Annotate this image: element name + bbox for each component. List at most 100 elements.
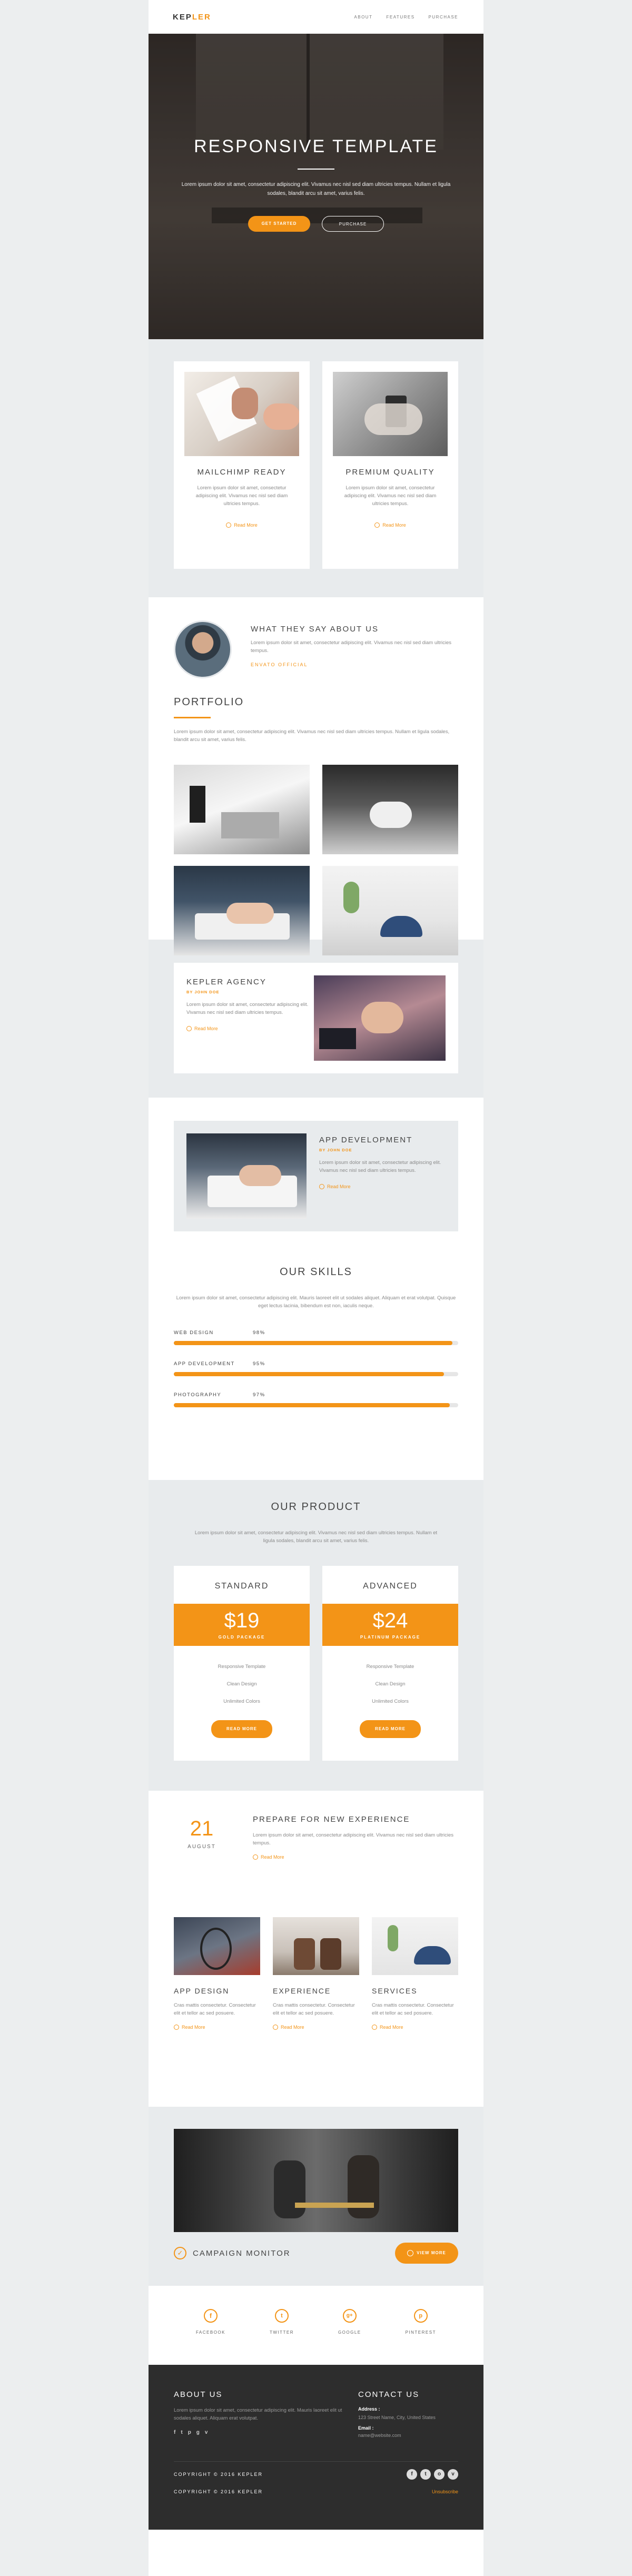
appdev-card: APP DEVELOPMENT BY JOHN DOE Lorem ipsum … bbox=[174, 1121, 458, 1231]
footer-about-text: Lorem ipsum dolor sit amet, consectetur … bbox=[174, 2407, 342, 2421]
plan-feature: Unlimited Colors bbox=[372, 1699, 409, 1704]
footer-divider bbox=[174, 2461, 458, 2462]
nav-features[interactable]: FEATURES bbox=[386, 15, 414, 19]
plan-feature: Unlimited Colors bbox=[223, 1699, 260, 1704]
plan-tier: PLATINUM PACKAGE bbox=[360, 1635, 421, 1640]
social-section: f FACEBOOK t TWITTER g+ GOOGLE p PINTERE… bbox=[149, 2286, 483, 2365]
appdev-image bbox=[186, 1133, 307, 1219]
footer: ABOUT US Lorem ipsum dolor sit amet, con… bbox=[149, 2365, 483, 2530]
column-text: Cras mattis consectetur. Consectetur eli… bbox=[372, 2002, 454, 2016]
column-title: APP DESIGN bbox=[174, 1987, 230, 1995]
social-label: PINTEREST bbox=[405, 2330, 436, 2335]
read-more-link[interactable]: Read More bbox=[226, 522, 258, 528]
agency-section: KEPLER AGENCY BY JOHN DOE Lorem ipsum do… bbox=[149, 940, 483, 1098]
pricing-card: ADVANCED $24 PLATINUM PACKAGE Responsive… bbox=[322, 1566, 458, 1761]
social-label: FACEBOOK bbox=[195, 2330, 225, 2335]
campaign-section: ✓ CAMPAIGN MONITOR VIEW MORE bbox=[149, 2107, 483, 2286]
appdev-title: APP DEVELOPMENT bbox=[319, 1136, 413, 1144]
plan-feature: Responsive Template bbox=[366, 1664, 414, 1670]
vimeo-icon[interactable]: v bbox=[205, 2430, 208, 2435]
brand-part-2: LER bbox=[192, 12, 211, 22]
footer-contact-title: CONTACT US bbox=[358, 2390, 420, 2399]
google-icon[interactable]: g bbox=[196, 2430, 200, 2435]
header: KEPLER ABOUT FEATURES PURCHASE bbox=[149, 0, 483, 34]
email-template: KEPLER ABOUT FEATURES PURCHASE RESPONSIV… bbox=[149, 0, 483, 2576]
read-more-link[interactable]: Read More bbox=[319, 1184, 446, 1189]
agency-image bbox=[314, 975, 446, 1061]
social-pinterest[interactable]: p PINTEREST bbox=[406, 2309, 436, 2365]
social-google[interactable]: g+ GOOGLE bbox=[338, 2309, 361, 2365]
brand-logo[interactable]: KEPLER bbox=[173, 13, 211, 22]
agency-byline: BY JOHN DOE bbox=[186, 990, 220, 994]
agency-text: Lorem ipsum dolor sit amet, consectetur … bbox=[186, 1002, 309, 1015]
read-more-link[interactable]: Read More bbox=[174, 2025, 260, 2030]
instagram-icon[interactable]: o bbox=[434, 2469, 445, 2480]
hero: RESPONSIVE TEMPLATE Lorem ipsum dolor si… bbox=[149, 34, 483, 339]
facebook-icon[interactable]: f bbox=[174, 2430, 175, 2435]
pinterest-icon[interactable]: p bbox=[188, 2430, 191, 2435]
feature-card: MAILCHIMP READY Lorem ipsum dolor sit am… bbox=[174, 361, 310, 569]
read-more-link[interactable]: Read More bbox=[372, 2025, 458, 2030]
address-value: 123 Street Name, City, United States bbox=[358, 2415, 436, 2420]
vimeo-icon[interactable]: v bbox=[448, 2469, 458, 2480]
twitter-icon[interactable]: t bbox=[420, 2469, 431, 2480]
skill-percent: 98% bbox=[253, 1330, 265, 1336]
social-twitter[interactable]: t TWITTER bbox=[270, 2309, 294, 2365]
testimonial-title: WHAT THEY SAY ABOUT US bbox=[251, 625, 379, 634]
email-value[interactable]: name@website.com bbox=[358, 2433, 458, 2438]
campaign-label: CAMPAIGN MONITOR bbox=[193, 2248, 291, 2258]
event-section: 21 AUGUST PREPARE FOR NEW EXPERIENCE Lor… bbox=[149, 1791, 483, 1917]
read-more-link[interactable]: Read More bbox=[273, 2025, 359, 2030]
agency-title: KEPLER AGENCY bbox=[186, 978, 266, 986]
feature-card: PREMIUM QUALITY Lorem ipsum dolor sit am… bbox=[322, 361, 458, 569]
skill-row: WEB DESIGN 98% bbox=[174, 1330, 458, 1345]
read-more-link[interactable]: Read More bbox=[374, 522, 406, 528]
skills-text: Lorem ipsum dolor sit amet, consectetur … bbox=[176, 1295, 456, 1309]
view-more-button[interactable]: VIEW MORE bbox=[395, 2243, 458, 2264]
twitter-icon[interactable]: t bbox=[181, 2430, 182, 2435]
skill-bar-fill bbox=[174, 1403, 450, 1407]
appdev-section: APP DEVELOPMENT BY JOHN DOE Lorem ipsum … bbox=[149, 1098, 483, 1256]
unsubscribe-link[interactable]: Unsubscribe bbox=[432, 2489, 458, 2494]
read-more-link[interactable]: Read More bbox=[253, 1854, 458, 1860]
plan-tier: GOLD PACKAGE bbox=[218, 1635, 265, 1640]
agency-card: KEPLER AGENCY BY JOHN DOE Lorem ipsum do… bbox=[174, 963, 458, 1073]
plan-read-more-button[interactable]: READ MORE bbox=[360, 1720, 421, 1738]
read-more-link[interactable]: Read More bbox=[186, 1026, 314, 1031]
feature-text: Lorem ipsum dolor sit amet, consectetur … bbox=[195, 485, 288, 507]
column-image-boots bbox=[273, 1917, 359, 1975]
arrow-circle-icon bbox=[226, 522, 232, 528]
hero-text: Lorem ipsum dolor sit amet, consectetur … bbox=[181, 182, 451, 196]
pinterest-icon: p bbox=[413, 2309, 428, 2323]
arrow-circle-icon bbox=[374, 522, 380, 528]
view-more-label: VIEW MORE bbox=[417, 2251, 446, 2255]
get-started-button[interactable]: GET STARTED bbox=[248, 216, 310, 232]
portfolio-section: PORTFOLIO Lorem ipsum dolor sit amet, co… bbox=[149, 692, 483, 955]
social-facebook[interactable]: f FACEBOOK bbox=[196, 2309, 225, 2365]
column-card: SERVICES Cras mattis consectetur. Consec… bbox=[372, 1917, 458, 2107]
plan-read-more-button[interactable]: READ MORE bbox=[211, 1720, 272, 1738]
social-label: TWITTER bbox=[269, 2330, 294, 2335]
skill-label: WEB DESIGN bbox=[174, 1330, 214, 1336]
plan-feature: Clean Design bbox=[226, 1681, 257, 1687]
feature-image-hands bbox=[184, 372, 299, 456]
read-more-label: Read More bbox=[182, 2025, 205, 2030]
read-more-label: Read More bbox=[382, 522, 406, 528]
arrow-circle-icon bbox=[186, 1026, 192, 1031]
plan-feature: Clean Design bbox=[375, 1681, 406, 1687]
skill-percent: 97% bbox=[253, 1392, 265, 1398]
product-section: OUR PRODUCT Lorem ipsum dolor sit amet, … bbox=[149, 1480, 483, 1791]
nav-purchase[interactable]: PURCHASE bbox=[429, 15, 458, 19]
avatar bbox=[174, 620, 232, 678]
facebook-icon[interactable]: f bbox=[407, 2469, 417, 2480]
address-label: Address : bbox=[358, 2406, 380, 2412]
hero-divider bbox=[298, 169, 334, 170]
event-day: 21 bbox=[190, 1817, 214, 1840]
social-label: GOOGLE bbox=[338, 2330, 361, 2335]
purchase-button[interactable]: PURCHASE bbox=[322, 216, 384, 232]
portfolio-title: PORTFOLIO bbox=[174, 696, 244, 708]
event-title: PREPARE FOR NEW EXPERIENCE bbox=[253, 1815, 410, 1824]
read-more-label: Read More bbox=[261, 1854, 284, 1860]
plan-feature: Responsive Template bbox=[218, 1664, 266, 1670]
nav-about[interactable]: ABOUT bbox=[354, 15, 372, 19]
